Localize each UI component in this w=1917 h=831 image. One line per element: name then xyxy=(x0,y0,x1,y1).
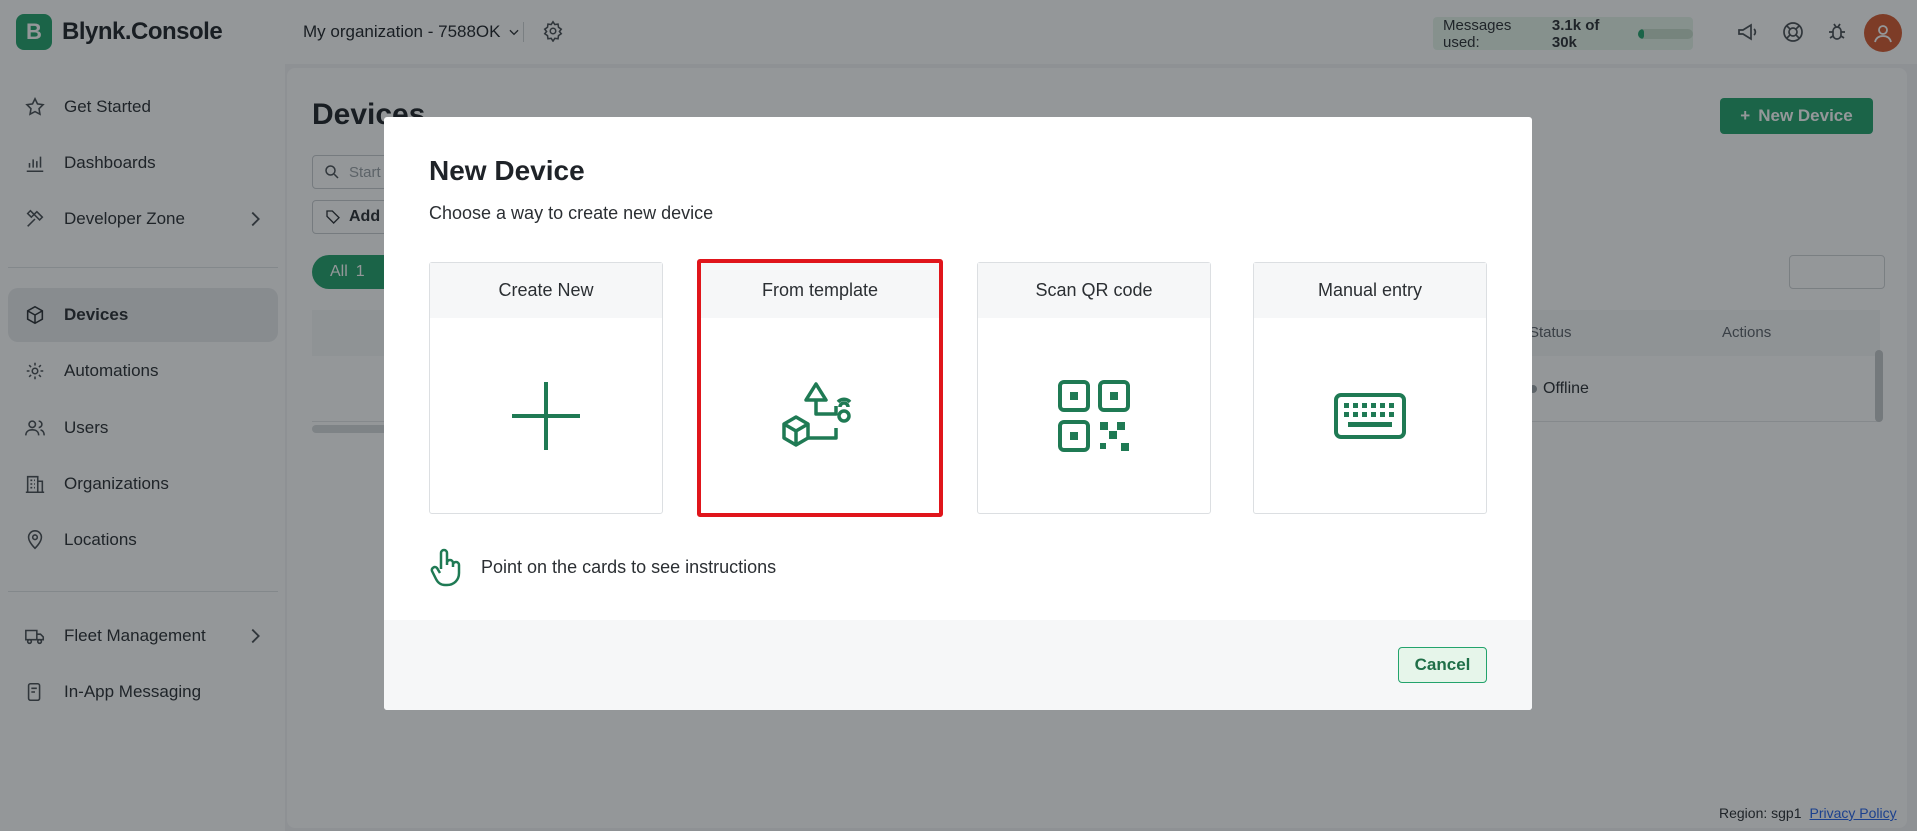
card-create-new[interactable]: Create New xyxy=(429,262,663,514)
template-icon xyxy=(782,381,852,447)
instructions-hint: Point on the cards to see instructions xyxy=(429,547,776,587)
modal-footer xyxy=(384,620,1532,710)
card-manual-entry[interactable]: Manual entry xyxy=(1253,262,1487,514)
card-title: From template xyxy=(701,263,939,318)
card-from-template[interactable]: From template xyxy=(697,259,943,517)
card-scan-qr-code[interactable]: Scan QR code xyxy=(977,262,1211,514)
card-title: Create New xyxy=(430,263,662,318)
keyboard-icon xyxy=(1334,392,1406,439)
new-device-modal: New Device Choose a way to create new de… xyxy=(384,117,1532,710)
card-title: Manual entry xyxy=(1254,263,1486,318)
plus-icon xyxy=(512,381,580,450)
cancel-button[interactable]: Cancel xyxy=(1398,647,1487,683)
modal-title: New Device xyxy=(429,155,585,186)
hint-text: Point on the cards to see instructions xyxy=(481,556,777,577)
qr-code-icon xyxy=(1058,379,1130,452)
modal-subtitle: Choose a way to create new device xyxy=(429,203,714,223)
card-title: Scan QR code xyxy=(978,263,1210,318)
hand-pointer-icon xyxy=(430,548,461,587)
